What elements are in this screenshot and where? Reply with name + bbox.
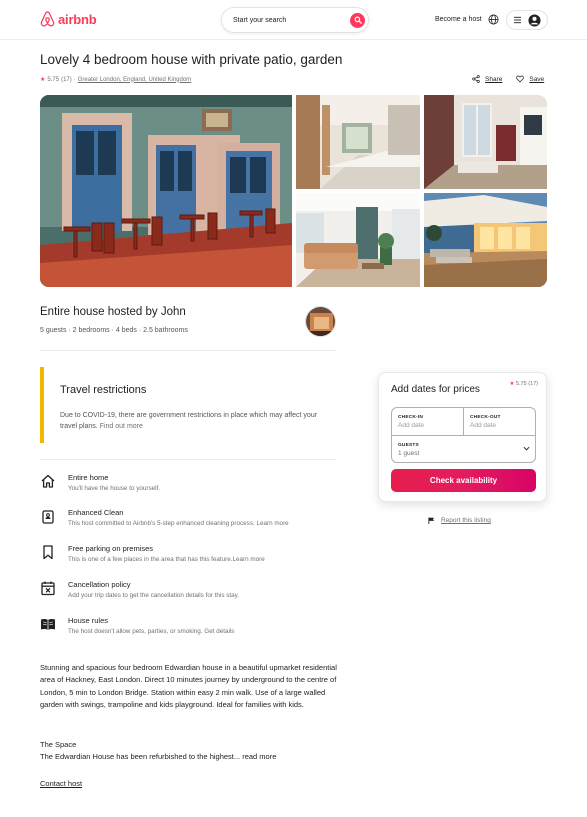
feature-description: The host doesn't allow pets, parties, or…	[68, 628, 235, 635]
section-divider	[40, 350, 336, 351]
photo-main[interactable]	[40, 95, 292, 287]
feature-description: You'll have the house to yourself.	[68, 485, 160, 492]
travel-restrictions-body: Due to COVID-19, there are government re…	[60, 412, 318, 430]
booking-rating-value: 5.75	[515, 381, 527, 387]
checkout-label: CHECK-OUT	[470, 415, 501, 420]
feature-description: This host committed to Airbnb's 5-step e…	[68, 520, 289, 527]
photo-living-room[interactable]	[424, 95, 547, 189]
facade-image	[40, 95, 292, 287]
photo-gallery	[40, 95, 547, 287]
search-placeholder[interactable]: Start your search	[233, 17, 350, 24]
airbnb-logo[interactable]: airbnb	[40, 11, 97, 27]
globe-icon[interactable]	[488, 14, 499, 25]
save-button[interactable]: Save	[516, 75, 544, 83]
bookmark-icon	[43, 545, 53, 560]
star-icon: ★	[40, 77, 46, 83]
feature-title: House rules	[68, 616, 109, 625]
living-room-image	[424, 95, 547, 189]
location-link[interactable]: Greater London, England, United Kingdom	[78, 77, 191, 83]
review-count[interactable]: (17)	[61, 77, 72, 83]
travel-restrictions-panel: Travel restrictions Due to COVID-19, the…	[40, 367, 336, 443]
checkin-label: CHECK-IN	[398, 415, 424, 420]
search-bar[interactable]: Start your search	[221, 7, 369, 33]
cleaning-spray-icon	[42, 510, 54, 524]
meta-separator: ·	[73, 76, 76, 83]
feature-cancellation-policy: Cancellation policy Add your trip dates …	[40, 580, 336, 610]
guests-value: 1 guest	[398, 450, 420, 457]
become-host-link[interactable]: Become a host	[435, 16, 482, 23]
feature-title: Entire home	[68, 473, 109, 482]
report-label: Report this listing	[441, 517, 491, 524]
photo-lounge[interactable]	[296, 193, 420, 287]
travel-restrictions-text: Due to COVID-19, there are government re…	[60, 410, 320, 432]
booking-title: Add dates for prices	[391, 384, 480, 395]
checkin-value: Add date	[398, 422, 425, 429]
booking-review-count[interactable]: (17)	[528, 381, 538, 387]
feature-description: This is one of a few places in the area …	[68, 556, 265, 563]
hamburger-icon	[513, 16, 522, 24]
find-out-more-link[interactable]: Find out more	[100, 423, 143, 430]
section-divider	[40, 459, 336, 460]
chevron-down-icon	[523, 446, 530, 451]
guests-label: GUESTS	[398, 443, 419, 448]
calendar-cancel-icon	[41, 581, 55, 596]
lounge-image	[296, 193, 420, 287]
search-icon	[354, 16, 362, 24]
listing-actions: Share Save	[472, 75, 544, 83]
logo-text: airbnb	[58, 11, 97, 27]
travel-restrictions-title: Travel restrictions	[60, 384, 147, 396]
booking-card: Add dates for prices ★ 5.75 (17) CHECK-I…	[378, 372, 547, 502]
top-nav: airbnb Start your search Become a host	[0, 0, 587, 40]
photo-kitchen[interactable]	[296, 95, 420, 189]
feature-title: Enhanced Clean	[68, 508, 124, 517]
booking-rating: ★ 5.75 (17)	[510, 381, 539, 387]
host-avatar[interactable]	[305, 306, 336, 337]
space-heading: The Space	[40, 740, 77, 749]
patio-image	[424, 193, 547, 287]
rating-value: 5.75	[47, 76, 60, 83]
listing-description: Stunning and spacious four bedroom Edwar…	[40, 663, 337, 709]
listing-meta: ★ 5.75 (17) · Greater London, England, U…	[40, 76, 191, 84]
star-icon: ★	[509, 381, 515, 387]
share-button[interactable]: Share	[472, 75, 502, 83]
flag-icon	[428, 517, 435, 524]
book-icon	[41, 619, 55, 630]
feature-free-parking: Free parking on premises This is one of …	[40, 544, 336, 574]
feature-title: Cancellation policy	[68, 580, 131, 589]
feature-title: Free parking on premises	[68, 544, 154, 553]
user-avatar-icon	[528, 13, 541, 27]
feature-enhanced-clean: Enhanced Clean This host committed to Ai…	[40, 508, 336, 538]
feature-house-rules: House rules The host doesn't allow pets,…	[40, 616, 336, 646]
host-photo	[306, 307, 335, 336]
feature-description: Add your trip dates to get the cancellat…	[68, 592, 240, 599]
kitchen-image	[296, 95, 420, 189]
save-label: Save	[529, 75, 545, 83]
listing-title: Lovely 4 bedroom house with private pati…	[40, 52, 343, 67]
user-menu-button[interactable]	[506, 10, 548, 30]
search-button[interactable]	[350, 12, 365, 28]
check-availability-button[interactable]: Check availability	[391, 469, 536, 492]
heart-icon	[516, 75, 525, 83]
date-guest-picker: CHECK-IN Add date CHECK-OUT Add date GUE…	[391, 407, 536, 463]
host-heading: Entire house hosted by John	[40, 306, 186, 318]
report-listing-link[interactable]: Report this listing	[428, 517, 491, 524]
contact-host-link[interactable]: Contact host	[40, 779, 82, 788]
share-label: Share	[485, 75, 503, 83]
checkin-field[interactable]: CHECK-IN Add date	[392, 408, 464, 436]
airbnb-logo-icon	[40, 11, 55, 27]
home-summary: 5 guests · 2 bedrooms · 4 beds · 2.5 bat…	[40, 327, 188, 334]
share-icon	[472, 75, 480, 83]
photo-patio[interactable]	[424, 193, 547, 287]
feature-entire-home: Entire home You'll have the house to you…	[40, 473, 336, 503]
home-icon	[41, 474, 55, 488]
checkout-field[interactable]: CHECK-OUT Add date	[464, 408, 536, 436]
guests-select[interactable]: GUESTS 1 guest	[392, 436, 537, 463]
space-description[interactable]: The Edwardian House has been refurbished…	[40, 752, 276, 761]
checkout-value: Add date	[470, 422, 497, 429]
